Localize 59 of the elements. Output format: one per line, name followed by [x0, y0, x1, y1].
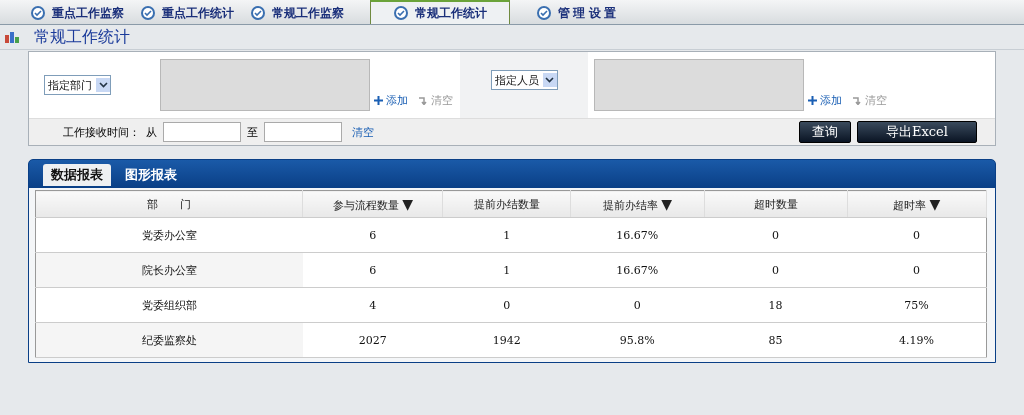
table-cell: 1	[442, 252, 571, 288]
nav-tab[interactable]: 重点工作统计	[132, 2, 242, 24]
table-cell: 0	[847, 217, 987, 253]
to-label: 至	[247, 124, 258, 140]
column-header[interactable]: 提前办结率 ▼	[570, 190, 705, 218]
add-link[interactable]: 添加	[820, 93, 842, 108]
table-cell: 0	[442, 287, 571, 323]
table-cell: 16.67%	[570, 252, 705, 288]
turn-arrow-icon	[419, 96, 428, 105]
table-cell: 党委组织部	[35, 287, 303, 323]
table-cell: 16.67%	[570, 217, 705, 253]
table-cell: 1	[442, 217, 571, 253]
table-cell: 1942	[442, 322, 571, 358]
report-tab[interactable]: 图形报表	[117, 164, 185, 186]
add-link[interactable]: 添加	[386, 93, 408, 108]
table-cell: 75%	[847, 287, 987, 323]
table-cell: 纪委监察处	[35, 322, 303, 358]
query-button[interactable]: 查询	[799, 121, 851, 143]
turn-arrow-icon	[853, 96, 862, 105]
table-cell: 0	[704, 252, 847, 288]
table-cell: 85	[704, 322, 847, 358]
date-label: 工作接收时间：	[63, 124, 140, 140]
report-tab[interactable]: 数据报表	[43, 164, 111, 186]
date-field[interactable]	[264, 122, 342, 142]
column-header[interactable]: 提前办结数量	[442, 190, 571, 218]
list-box[interactable]	[160, 59, 370, 111]
clear-link[interactable]: 清空	[352, 124, 374, 140]
table-cell: 0	[847, 252, 987, 288]
column-header[interactable]: 超时率 ▼	[847, 190, 987, 218]
nav-tab[interactable]: 常规工作监察	[242, 2, 352, 24]
table-cell: 院长办公室	[35, 252, 303, 288]
column-header[interactable]: 部 门	[35, 190, 303, 218]
bar-chart-icon	[4, 30, 20, 44]
table-cell: 0	[704, 217, 847, 253]
page-title: 常规工作统计	[34, 26, 130, 48]
table-cell: 4.19%	[847, 322, 987, 358]
table-cell: 2027	[302, 322, 443, 358]
from-label: 从	[146, 124, 157, 140]
plus-icon	[374, 96, 383, 105]
table-cell: 18	[704, 287, 847, 323]
chevron-down-icon	[98, 82, 108, 88]
export-button[interactable]: 导出Excel	[857, 121, 977, 143]
date-field[interactable]	[163, 122, 241, 142]
table-cell: 6	[302, 217, 443, 253]
table-cell: 4	[302, 287, 443, 323]
column-header[interactable]: 超时数量	[704, 190, 847, 218]
table-cell: 0	[570, 287, 705, 323]
nav-tab[interactable]: 常规工作统计	[370, 0, 510, 24]
dropdown[interactable]: 指定人员	[490, 70, 558, 90]
column-header[interactable]: 参与流程数量 ▼	[302, 190, 443, 218]
nav-tab[interactable]: 管 理 设 置	[528, 2, 624, 24]
dropdown[interactable]: 指定部门	[44, 75, 111, 95]
table-cell: 党委办公室	[35, 217, 303, 253]
nav-tab[interactable]: 重点工作监察	[22, 2, 132, 24]
chevron-down-icon	[545, 77, 554, 83]
plus-icon	[808, 96, 817, 105]
table-cell: 95.8%	[570, 322, 705, 358]
list-box[interactable]	[594, 59, 804, 111]
table-cell: 6	[302, 252, 443, 288]
